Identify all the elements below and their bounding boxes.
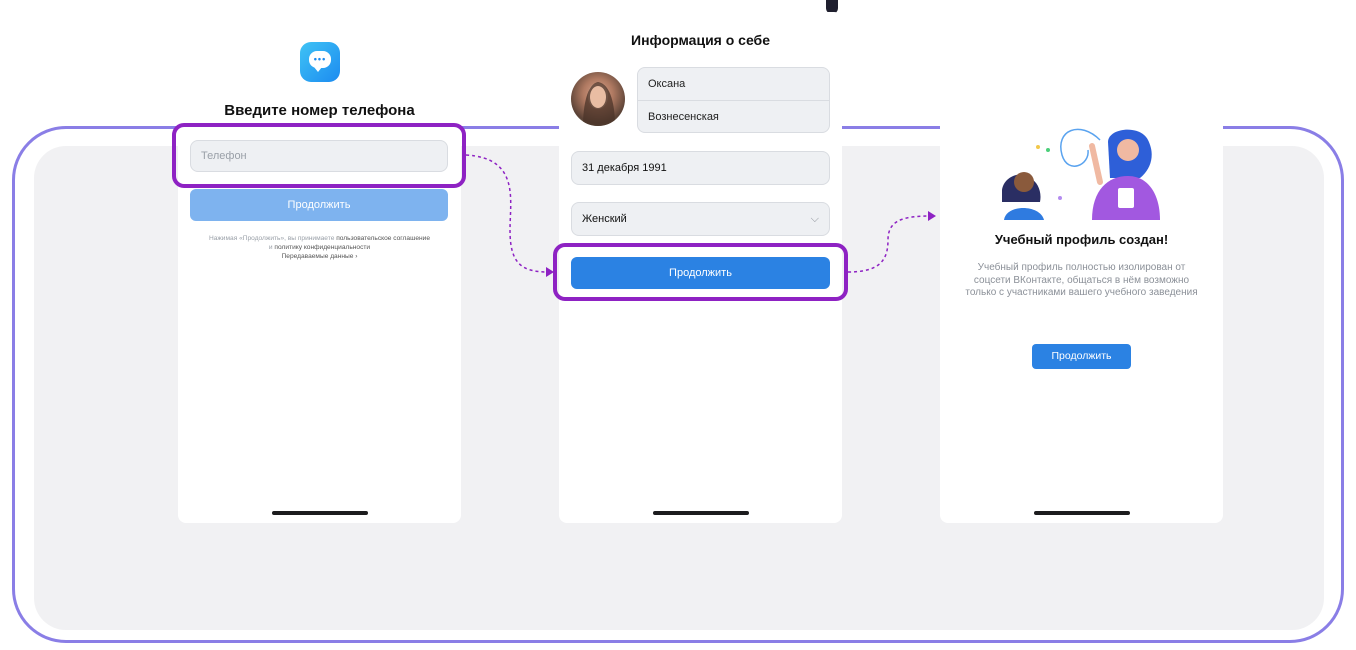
flow-arrows (465, 154, 936, 277)
